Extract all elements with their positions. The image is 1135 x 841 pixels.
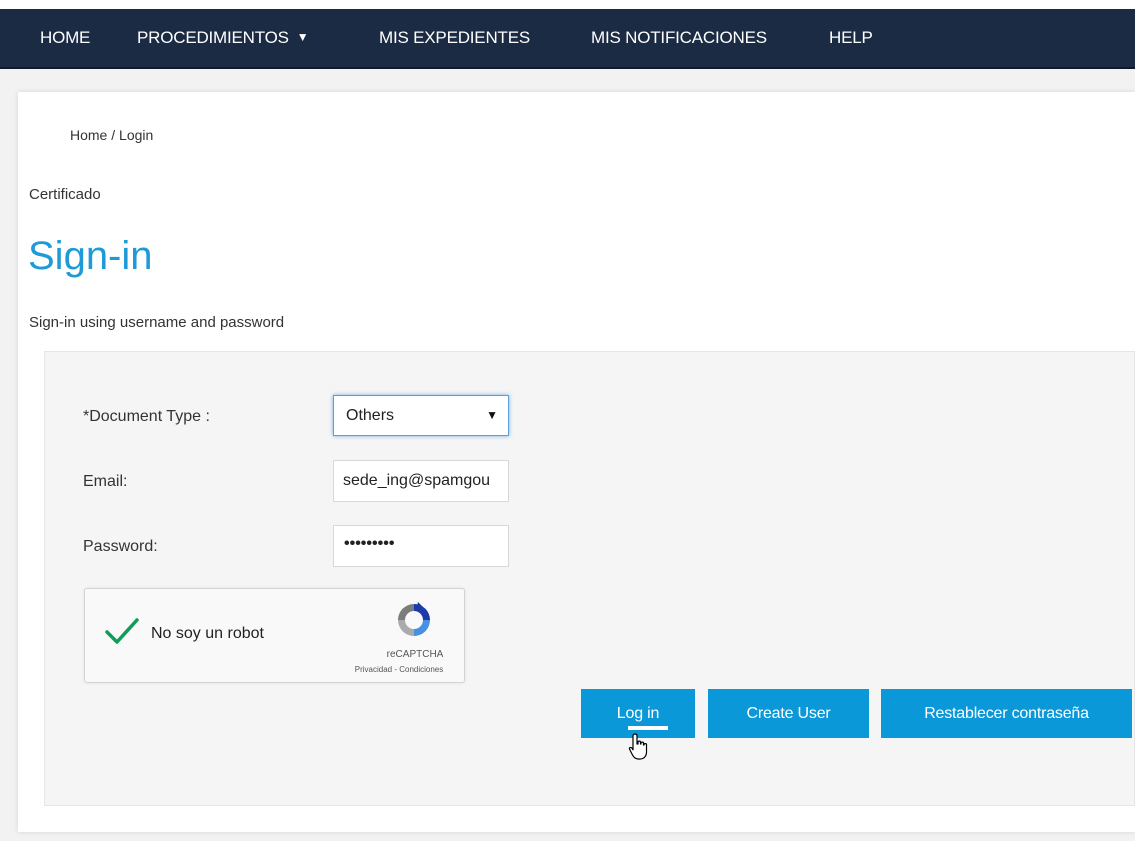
reset-password-button[interactable]: Restablecer contraseña [881,689,1132,738]
document-type-select[interactable]: Others ▼ [333,395,509,436]
recaptcha-brand: reCAPTCHA [386,649,444,660]
email-value: sede_ing@spamgou [343,472,491,489]
recaptcha-widget: No soy un robot reCAPTCHA Privacidad - C… [84,588,465,683]
nav-mis-expedientes[interactable]: MIS EXPEDIENTES [379,9,530,67]
chevron-down-icon: ▼ [296,30,309,44]
certificado-label: Certificado [29,186,101,203]
login-button[interactable]: Log in [581,689,695,738]
recaptcha-label: No soy un robot [151,625,264,642]
top-strip [0,0,1135,9]
document-type-label: *Document Type : [83,408,210,425]
breadcrumb-home[interactable]: Home [70,127,107,143]
content-card: Home / Login Certificado Sign-in Sign-in… [18,92,1135,832]
page-title: Sign-in [28,234,153,278]
login-form-panel: *Document Type : Others ▼ Email: sede_in… [44,351,1135,806]
recaptcha-logo-icon [398,602,430,636]
login-focus-underline [628,726,668,730]
password-field[interactable]: ••••••••• [333,525,509,567]
breadcrumb-current: Login [119,127,154,143]
email-field[interactable]: sede_ing@spamgou [333,460,509,502]
nav-home[interactable]: HOME [40,9,90,67]
main-navbar: HOME PROCEDIMIENTOS ▼ MIS EXPEDIENTES MIS… [0,9,1135,69]
breadcrumb: Home / Login [70,127,153,143]
checkmark-icon[interactable] [105,617,139,645]
nav-mis-notificaciones[interactable]: MIS NOTIFICACIONES [591,9,767,67]
password-label: Password: [83,538,158,555]
page-subtitle: Sign-in using username and password [29,314,285,331]
recaptcha-privacy-links[interactable]: Privacidad - Condiciones [340,665,458,674]
nav-procedimientos[interactable]: PROCEDIMIENTOS ▼ [137,9,309,67]
nav-help[interactable]: HELP [829,9,873,67]
nav-procedimientos-label: PROCEDIMIENTOS [137,28,289,47]
breadcrumb-separator: / [107,127,120,143]
email-label: Email: [83,473,128,490]
document-type-value: Others [346,407,395,424]
dropdown-arrow-icon: ▼ [486,408,498,422]
password-masked-value: ••••••••• [344,535,395,552]
create-user-button[interactable]: Create User [708,689,869,738]
login-button-label: Log in [616,705,660,722]
hand-cursor-icon [628,733,648,760]
